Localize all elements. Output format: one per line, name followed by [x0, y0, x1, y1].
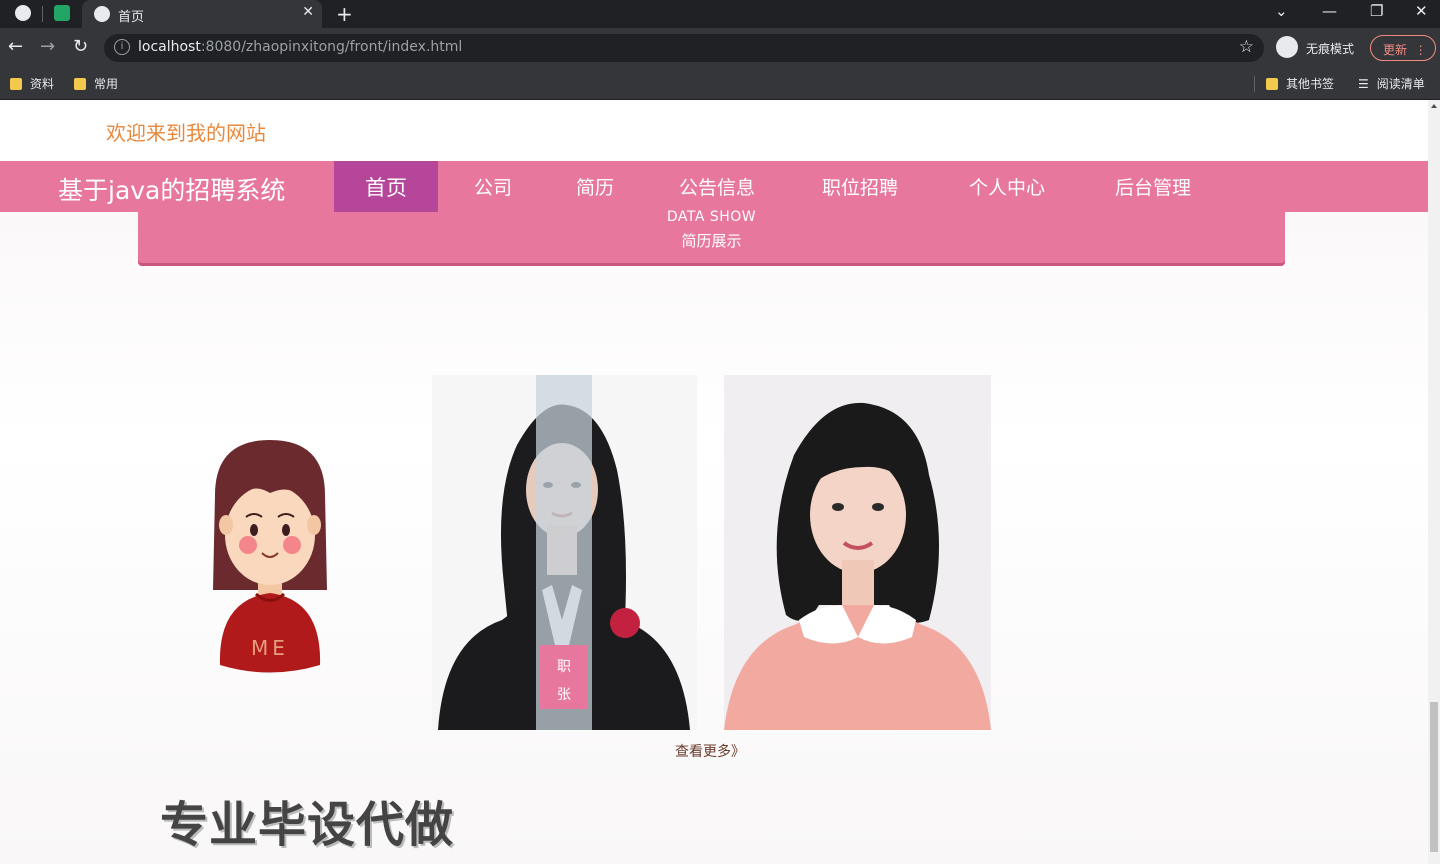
bookmark-star-icon[interactable]: ☆ [1239, 37, 1254, 57]
close-tab-icon[interactable]: ✕ [302, 4, 314, 20]
sheets-tab-icon[interactable] [54, 5, 70, 21]
reading-list-icon: ☰ [1358, 77, 1369, 91]
tab-title: 首页 [118, 10, 145, 25]
section-title-en: DATA SHOW [666, 209, 757, 225]
mouse-cursor-highlight [610, 608, 640, 638]
nav-admin[interactable]: 后台管理 [1115, 161, 1191, 212]
resume-card-3[interactable] [724, 375, 991, 730]
overlay-label-2: 张 [557, 687, 571, 703]
page-content: 欢迎来到我的网站 基于java的招聘系统 首页 公司 简历 公告信息 职位招聘 … [0, 100, 1428, 864]
nav-jobs[interactable]: 职位招聘 [822, 161, 898, 212]
site-info-icon[interactable]: i [114, 39, 130, 55]
address-bar[interactable]: i localhost:8080/zhaopinxitong/front/ind… [104, 34, 1264, 62]
incognito-label: 无痕模式 [1306, 42, 1355, 56]
nav-resume[interactable]: 简历 [576, 161, 614, 212]
tab-home[interactable]: 首页 ✕ [82, 0, 322, 28]
reading-list[interactable]: ☰ 阅读清单 [1358, 75, 1425, 92]
forward-icon[interactable]: → [40, 36, 55, 57]
tab-separator [42, 6, 43, 22]
site-navbar: 基于java的招聘系统 首页 公司 简历 公告信息 职位招聘 个人中心 后台管理 [0, 161, 1428, 212]
nav-user-center[interactable]: 个人中心 [969, 161, 1045, 212]
bookmarks-bar: 资料 常用 其他书签 ☰ 阅读清单 [0, 68, 1440, 100]
browser-toolbar: ← → ↻ i localhost:8080/zhaopinxitong/fro… [0, 28, 1440, 68]
nav-announcement[interactable]: 公告信息 [679, 161, 755, 212]
bookmark-separator [1254, 76, 1255, 92]
scroll-up-icon[interactable] [1431, 104, 1437, 108]
resume-photo-3 [724, 375, 991, 730]
bookmark-folder[interactable]: 常用 [74, 75, 118, 92]
view-more-link[interactable]: 查看更多》 [675, 741, 745, 761]
page-scrollbar[interactable] [1428, 100, 1440, 864]
scrollbar-thumb[interactable] [1430, 702, 1438, 852]
nav-home[interactable]: 首页 [334, 161, 438, 212]
nav-company[interactable]: 公司 [474, 161, 512, 212]
welcome-text: 欢迎来到我的网站 [106, 121, 266, 145]
incognito-icon[interactable] [1276, 36, 1298, 58]
url-text[interactable]: localhost:8080/zhaopinxitong/front/index… [138, 39, 462, 55]
shirt-text: ME [251, 636, 289, 660]
reload-icon[interactable]: ↻ [73, 36, 88, 57]
update-button[interactable]: 更新 ⋮ [1370, 35, 1436, 61]
cartoon-avatar-image: ME [213, 440, 327, 673]
resume-card-1[interactable]: ME [170, 375, 370, 730]
folder-icon [1266, 78, 1278, 90]
other-bookmarks[interactable]: 其他书签 [1266, 75, 1334, 92]
minimize-button[interactable]: — [1322, 2, 1337, 20]
back-icon[interactable]: ← [8, 36, 23, 57]
overlay-label-1: 职 [557, 659, 571, 675]
section-title-cn: 简历展示 [681, 232, 742, 250]
slogan-text: 专业毕设代做 [160, 797, 455, 853]
card-hover-label[interactable]: 职 张 [540, 645, 588, 709]
section-title-banner: DATA SHOW 简历展示 [138, 209, 1285, 263]
restore-button[interactable]: ❐ [1370, 2, 1383, 20]
folder-icon [74, 78, 86, 90]
globe-icon [94, 6, 110, 22]
site-brand[interactable]: 基于java的招聘系统 [58, 171, 285, 207]
close-window-button[interactable]: ✕ [1415, 2, 1428, 20]
tab-search-icon[interactable]: ⌄ [1275, 2, 1288, 20]
browser-globe-icon[interactable] [15, 5, 31, 21]
folder-icon [10, 78, 22, 90]
browser-tab-bar: 首页 ✕ + ⌄ — ❐ ✕ [0, 0, 1440, 28]
new-tab-button[interactable]: + [336, 2, 353, 26]
bookmark-folder[interactable]: 资料 [10, 75, 54, 92]
